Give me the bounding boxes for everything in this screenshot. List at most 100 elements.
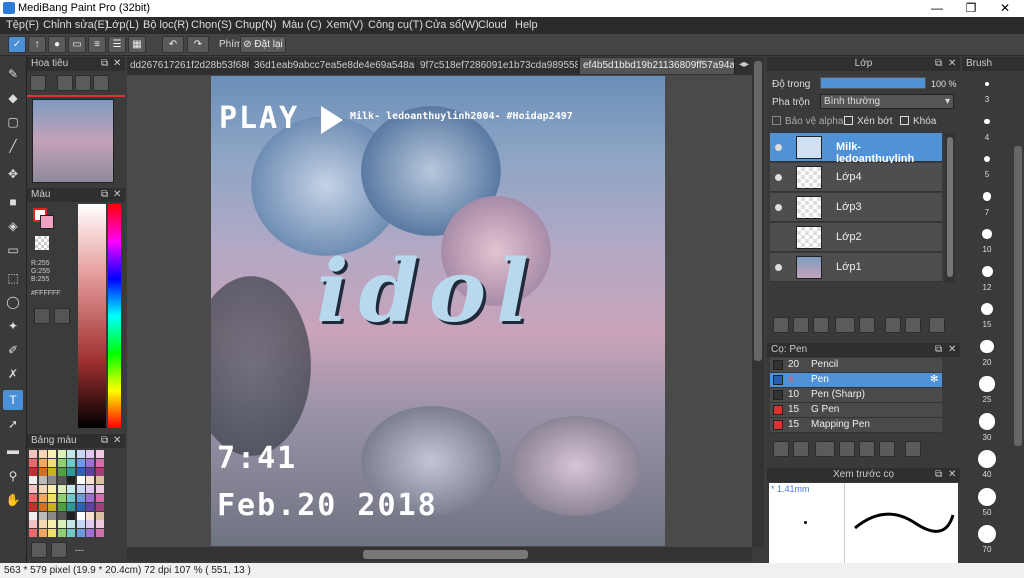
layer-row[interactable]: Milk- ledoanthuylinh [770,133,942,165]
menu-tools[interactable]: Công cụ(T) [368,19,423,31]
brush-dropdown-icon[interactable] [815,441,835,457]
tab-doc-2[interactable]: 36d1eab9abcc7ea5e8de4e69a548a53b.jpg [251,58,416,74]
palette-swatch[interactable] [48,511,56,520]
palette-swatch[interactable] [86,502,94,511]
menu-layer[interactable]: Lớp(L) [106,19,139,31]
move-tool-icon[interactable]: ✥ [3,164,23,184]
duplicate-layer-icon[interactable] [885,317,901,333]
merge-layer-icon[interactable] [905,317,921,333]
clipping-checkbox[interactable] [844,116,853,125]
layer-row[interactable]: Lớp1 [770,253,942,282]
palette-swatch[interactable] [48,529,56,538]
menu-filter[interactable]: Bộ lọc(R) [143,19,189,31]
popout-icon[interactable]: ⧉ [935,468,942,482]
color-slider-icon[interactable] [54,308,70,324]
brush-size-dot[interactable] [984,118,990,125]
close-panel-icon[interactable]: ✕ [113,57,121,71]
layer-scrollbar[interactable] [945,133,955,283]
folder-icon[interactable] [859,317,875,333]
palette-swatch[interactable] [95,476,104,485]
palette-swatch[interactable] [76,529,85,538]
palette-swatch[interactable] [48,476,56,485]
brush-size-dot[interactable] [978,413,996,430]
palette-swatch[interactable] [67,476,75,485]
palette-swatch[interactable] [57,450,66,458]
palette-swatch[interactable] [38,494,47,502]
palette-swatch[interactable] [86,511,94,520]
tab-doc-1[interactable]: dd267617261f2d28b53f686.jpg [127,58,250,74]
list-icon[interactable]: ☰ [108,36,126,53]
palette-swatch[interactable] [38,450,47,458]
palette-swatch[interactable] [29,485,37,494]
add-folder-dropdown-icon[interactable] [835,317,855,333]
minimize-button[interactable]: — [920,0,954,17]
grid-icon[interactable]: ▦ [128,36,146,53]
line-tool-icon[interactable]: ╱ [3,136,23,156]
palette-swatch[interactable] [76,476,85,485]
eye-icon[interactable] [775,144,782,151]
palette-swatch[interactable] [76,485,85,494]
tab-doc-4[interactable]: ef4b5d1bbd19b21136809ff57a94a27b.jpg [580,58,735,74]
palette-swatch[interactable] [95,520,104,529]
redo-icon[interactable]: ↷ [187,36,209,53]
palette-swatch[interactable] [48,450,56,458]
lasso-icon[interactable]: ◯ [3,292,23,312]
bucket-tool-icon[interactable]: ◈ [3,216,23,236]
chat-icon[interactable]: ▭ [68,36,86,53]
palette-swatch[interactable] [67,467,75,476]
menu-view[interactable]: Xem(V) [326,19,363,31]
fill-rect-tool-icon[interactable]: ■ [3,192,23,212]
palette-swatch[interactable] [48,485,56,494]
gradient-tool-icon[interactable]: ▭ [3,240,23,260]
palette-swatch[interactable] [38,467,47,476]
brush-row[interactable]: 15 G Pen [770,403,942,418]
brush-size-dot[interactable] [980,339,994,354]
magic-wand-icon[interactable]: ✦ [3,316,23,336]
duplicate-brush-icon[interactable] [879,441,895,457]
menu-edit[interactable]: Chỉnh sửa(E) [43,19,108,31]
palette-swatch[interactable] [76,494,85,502]
brush-size-dot[interactable] [983,155,991,163]
palette-swatch[interactable] [76,502,85,511]
brush-row[interactable]: 4 Pen ✻ [770,373,942,388]
hand-tool-icon[interactable]: ✋ [3,490,23,510]
palette-swatch[interactable] [29,467,37,476]
zoom-out-icon[interactable] [57,75,73,91]
protect-alpha-checkbox[interactable] [772,116,781,125]
new-palette-icon[interactable] [31,542,47,558]
layer-row[interactable]: Lớp2 [770,223,942,252]
brush-row[interactable]: 10 Pen (Sharp) [770,388,942,403]
layer-row[interactable]: Lớp3 [770,193,942,222]
brush-size-dot[interactable] [985,82,989,86]
palette-swatch[interactable] [86,529,94,538]
palette-swatch[interactable] [57,502,66,511]
select-pen-icon[interactable]: ✐ [3,340,23,360]
h-scroll-thumb[interactable] [363,550,528,559]
palette-swatch[interactable] [57,494,66,502]
transparent-swatch[interactable] [35,236,49,250]
scroll-thumb[interactable] [947,137,953,277]
palette-swatch[interactable] [29,450,37,458]
palette-swatch[interactable] [86,485,94,494]
divide-tool-icon[interactable]: ▬ [3,440,23,460]
maximize-button[interactable]: ❐ [954,0,988,17]
eye-icon[interactable] [775,204,782,211]
eraser-tool-icon[interactable]: ◆ [3,88,23,108]
palette-swatch[interactable] [48,458,56,467]
snap-off-button[interactable]: ⊘ Đặt lại [240,36,286,53]
palette-swatch[interactable] [29,520,37,529]
brush-tool-icon[interactable]: ✎ [3,64,23,84]
close-button[interactable]: ✕ [988,0,1022,17]
palette-swatch[interactable] [38,502,47,511]
close-panel-icon[interactable]: ✕ [948,343,956,357]
palette-swatch[interactable] [57,511,66,520]
vertical-scrollbar[interactable] [752,57,764,547]
palette-swatch[interactable] [67,529,75,538]
saturation-bar[interactable] [78,204,106,428]
new-halftone-layer-icon[interactable] [793,317,809,333]
document-icon[interactable]: ≡ [88,36,106,53]
popout-icon[interactable]: ⧉ [935,343,942,357]
palette-swatch[interactable] [67,494,75,502]
palette-swatch[interactable] [57,529,66,538]
delete-palette-icon[interactable] [51,542,67,558]
